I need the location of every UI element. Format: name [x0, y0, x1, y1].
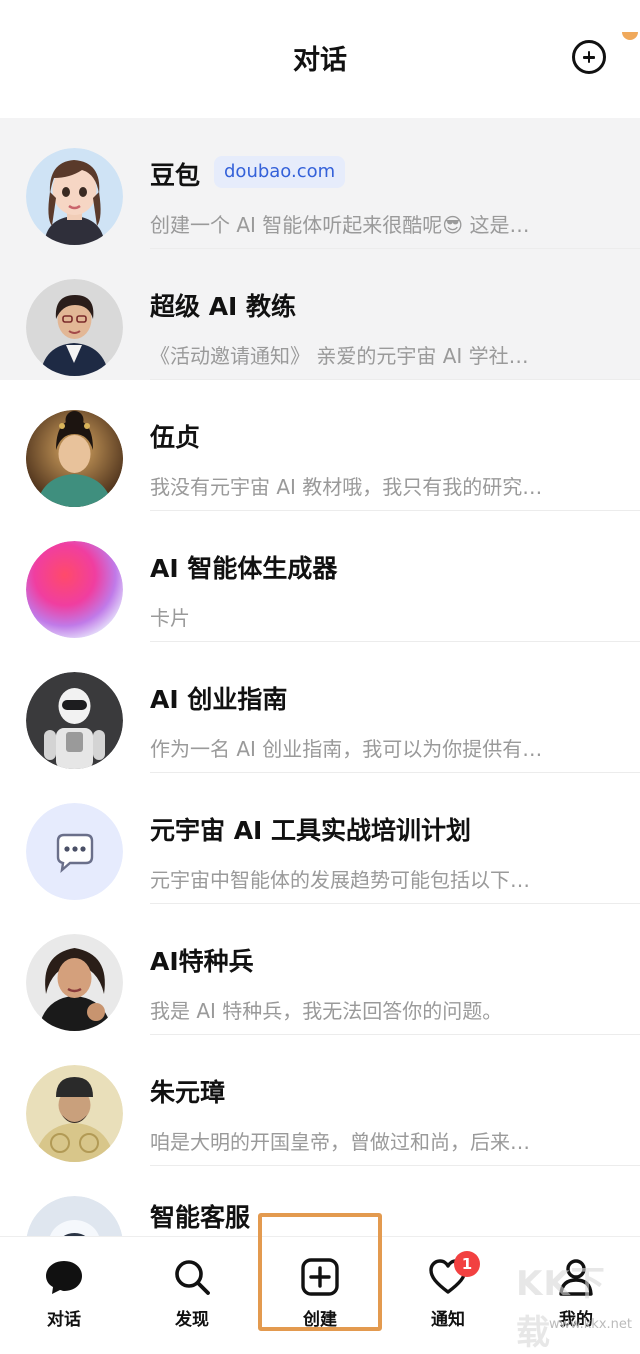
conversation-preview: 《活动邀请通知》 亲爱的元宇宙 AI 学社… [150, 344, 529, 368]
conversation-row-doubao[interactable]: 豆包 doubao.com 创建一个 AI 智能体听起来很酷呢😎 这是… [0, 118, 640, 249]
conversation-preview: 创建一个 AI 智能体听起来很酷呢😎 这是… [150, 213, 530, 237]
conversation-preview: 我没有元宇宙 AI 教材哦，我只有我的研究… [150, 475, 543, 499]
conversation-name: 豆包 [150, 161, 201, 190]
tab-label: 对话 [47, 1310, 81, 1330]
ancient-woman-avatar [26, 410, 123, 507]
page-title: 对话 [293, 45, 347, 76]
top-bar: 对话 [0, 0, 640, 118]
conversation-name: AI特种兵 [150, 947, 254, 976]
conversation-preview: 咱是大明的开国皇帝，曾做过和尚，后来… [150, 1130, 530, 1154]
conversation-row-agent-generator[interactable]: AI 智能体生成器 卡片 [0, 511, 640, 642]
tab-discover[interactable]: 发现 [128, 1237, 256, 1335]
conversation-name: AI 创业指南 [150, 685, 288, 714]
watermark-logo: KK下载 [516, 1264, 606, 1353]
domain-badge: doubao.com [214, 156, 346, 188]
tab-chat[interactable]: 对话 [0, 1237, 128, 1335]
tab-label: 通知 [431, 1310, 465, 1330]
woman-fierce-avatar [26, 934, 123, 1031]
conversation-row-zhuyuanzhang[interactable]: 朱元璋 咱是大明的开国皇帝，曾做过和尚，后来… [0, 1035, 640, 1166]
conversation-name: 元宇宙 AI 工具实战培训计划 [150, 816, 472, 845]
conversation-row-startup-guide[interactable]: AI 创业指南 作为一名 AI 创业指南，我可以为你提供有… [0, 642, 640, 773]
watermark-url: www.kkx.net [548, 1317, 632, 1332]
conversation-name: 朱元璋 [150, 1078, 226, 1107]
new-chat-plus-icon[interactable] [572, 40, 606, 74]
conversation-name: 智能客服 [150, 1203, 251, 1232]
conversation-preview: 元宇宙中智能体的发展趋势可能包括以下… [150, 868, 530, 892]
conversation-preview: 我是 AI 特种兵，我无法回答你的问题。 [150, 999, 503, 1023]
woman-photo-avatar [26, 279, 123, 376]
emperor-avatar [26, 1065, 123, 1162]
conversation-name: 伍贞 [150, 423, 201, 452]
conversation-row-wuzhen[interactable]: 伍贞 我没有元宇宙 AI 教材哦，我只有我的研究… [0, 380, 640, 511]
tab-label: 发现 [175, 1310, 209, 1330]
conversation-preview: 卡片 [150, 606, 190, 630]
conversation-row-coach[interactable]: 超级 AI 教练 《活动邀请通知》 亲爱的元宇宙 AI 学社… [0, 249, 640, 380]
conversation-row-special-forces[interactable]: AI特种兵 我是 AI 特种兵，我无法回答你的问题。 [0, 904, 640, 1035]
woman-cartoon-avatar [26, 148, 123, 245]
gradient-orb-avatar [26, 541, 123, 638]
conversation-row-metaverse-training[interactable]: 元宇宙 AI 工具实战培训计划 元宇宙中智能体的发展趋势可能包括以下… [0, 773, 640, 904]
conversation-list: 豆包 doubao.com 创建一个 AI 智能体听起来很酷呢😎 这是… 超级 … [0, 118, 640, 1297]
conversation-name: 超级 AI 教练 [150, 292, 297, 321]
create-tab-highlight [258, 1213, 382, 1331]
tab-notifications[interactable]: 1 通知 [384, 1237, 512, 1335]
chat-bubble-icon [46, 1261, 82, 1294]
chat-bubble-avatar [26, 803, 123, 900]
conversation-name: AI 智能体生成器 [150, 554, 338, 583]
notification-badge: 1 [454, 1251, 480, 1277]
site-watermark: KK下载 www.kkx.net [516, 1256, 640, 1353]
robot-avatar [26, 672, 123, 769]
search-icon [175, 1260, 210, 1295]
conversation-preview: 作为一名 AI 创业指南，我可以为你提供有… [150, 737, 543, 761]
